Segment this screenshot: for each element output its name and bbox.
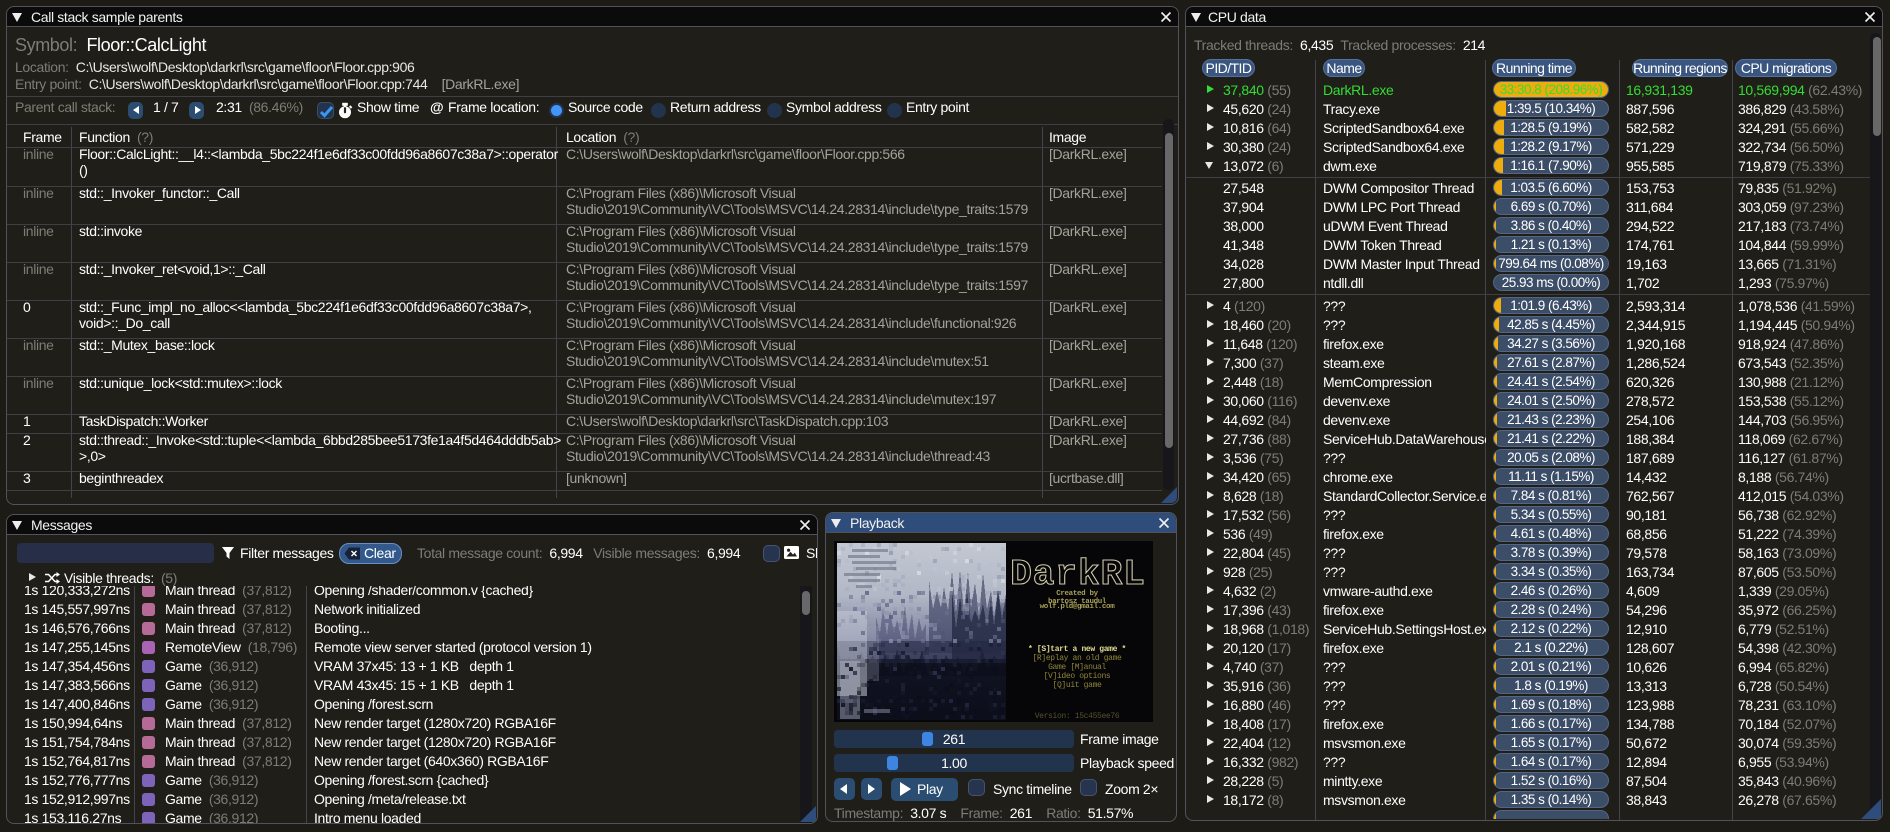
svg-text:[V]ideo options: [V]ideo options bbox=[1044, 672, 1111, 681]
svg-text:[Q]uit game: [Q]uit game bbox=[1053, 681, 1103, 690]
svg-text:* [S]tart a new game *: * [S]tart a new game * bbox=[1028, 645, 1126, 654]
svg-text:Game [M]anual: Game [M]anual bbox=[1048, 663, 1106, 672]
svg-text:[R]eplay an old game: [R]eplay an old game bbox=[1032, 654, 1122, 663]
svg-text:Version: 15c455ee76: Version: 15c455ee76 bbox=[1035, 712, 1120, 721]
svg-text:DarkRL: DarkRL bbox=[1010, 554, 1146, 595]
svg-text:Created by: Created by bbox=[1056, 590, 1098, 598]
svg-text:wolf.pld@gmail.com: wolf.pld@gmail.com bbox=[1040, 603, 1116, 611]
